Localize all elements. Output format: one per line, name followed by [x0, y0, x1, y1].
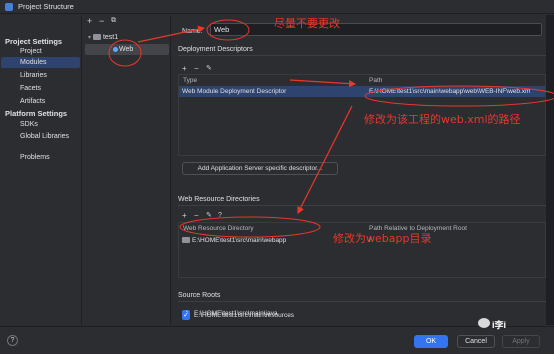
- nav-section-platform-settings: Platform Settings: [5, 109, 68, 118]
- help-circle-icon[interactable]: ?: [218, 211, 222, 220]
- nav-item-libraries[interactable]: Libraries: [20, 70, 47, 81]
- source-root-path: E:\HOME\test1\src\main\resources: [194, 312, 295, 319]
- column-header-type[interactable]: Type: [183, 77, 197, 84]
- web-resource-directories-title: Web Resource Directories: [178, 196, 260, 203]
- facet-detail-panel: Name: Web Deployment Descriptors + − ✎ T…: [172, 15, 554, 325]
- nav-item-project[interactable]: Project: [20, 46, 42, 57]
- copy-module-button[interactable]: ⧉: [111, 16, 116, 26]
- folder-icon: [92, 34, 101, 41]
- dialog-footer: ? OK Cancel Apply: [0, 326, 554, 354]
- chevron-down-icon[interactable]: ▾: [88, 35, 91, 41]
- add-module-button[interactable]: +: [87, 16, 92, 26]
- name-label: Name:: [182, 28, 203, 35]
- web-facet-icon: [113, 46, 118, 52]
- tree-item-test1[interactable]: ▾ test1: [88, 32, 118, 43]
- tree-item-web[interactable]: Web: [113, 44, 133, 55]
- nav-item-global-libraries[interactable]: Global Libraries: [20, 131, 69, 142]
- app-icon: [5, 3, 13, 11]
- nav-item-facets[interactable]: Facets: [20, 83, 41, 94]
- remove-resource-dir-button[interactable]: −: [194, 211, 199, 220]
- watermark-text: i李i: [492, 320, 507, 330]
- nav-item-sdks[interactable]: SDKs: [20, 119, 38, 130]
- background-editor-edge: [546, 15, 554, 325]
- column-header-web-resource-directory[interactable]: Web Resource Directory: [183, 225, 254, 232]
- wechat-icon: [478, 318, 490, 328]
- remove-descriptor-button[interactable]: −: [194, 64, 199, 73]
- tree-toolbar: + − ⧉: [83, 15, 171, 28]
- divider: [178, 55, 546, 56]
- tree-item-label: test1: [102, 34, 119, 41]
- divider: [178, 301, 546, 302]
- add-resource-dir-button[interactable]: +: [182, 211, 187, 220]
- edit-pencil-icon[interactable]: ✎: [206, 211, 212, 220]
- annotation-change-webxml: 修改为该工程的web.xml的路径: [364, 113, 521, 126]
- column-header-path[interactable]: Path: [369, 77, 382, 84]
- ok-button[interactable]: OK: [414, 335, 448, 348]
- settings-nav: Project Settings Project Modules Librari…: [0, 15, 82, 325]
- cancel-button[interactable]: Cancel: [457, 335, 495, 348]
- divider: [178, 205, 546, 206]
- add-server-descriptor-button[interactable]: Add Application Server specific descript…: [182, 162, 338, 175]
- folder-icon: [182, 237, 192, 244]
- main-area: Project Settings Project Modules Librari…: [0, 15, 554, 354]
- nav-item-modules[interactable]: Modules: [20, 57, 46, 68]
- name-field[interactable]: Web: [210, 23, 542, 36]
- deployment-descriptors-title: Deployment Descriptors: [178, 46, 253, 53]
- edit-pencil-icon[interactable]: ✎: [206, 64, 212, 73]
- add-descriptor-button[interactable]: +: [182, 64, 187, 73]
- annotation-change-webapp: 修改为webapp目录: [333, 232, 432, 245]
- nav-item-artifacts[interactable]: Artifacts: [20, 96, 45, 107]
- window-title: Project Structure: [18, 2, 74, 11]
- help-button[interactable]: ?: [7, 335, 18, 346]
- descriptor-type-cell: Web Module Deployment Descriptor: [182, 88, 287, 95]
- nav-item-problems[interactable]: Problems: [20, 152, 50, 163]
- annotation-dont-change: 尽量不要更改: [274, 17, 340, 30]
- tree-item-label: Web: [119, 46, 134, 53]
- module-tree-panel: + − ⧉ ▾ test1 Web: [83, 15, 171, 325]
- remove-module-button[interactable]: −: [99, 16, 104, 26]
- descriptor-path-cell[interactable]: E:\HOME\test1\src\main\webapp\web\WEB-IN…: [369, 88, 545, 95]
- title-bar: Project Structure: [0, 0, 554, 14]
- source-root-checkbox[interactable]: ✓: [182, 312, 190, 320]
- apply-button[interactable]: Apply: [502, 335, 540, 348]
- source-roots-title: Source Roots: [178, 292, 221, 299]
